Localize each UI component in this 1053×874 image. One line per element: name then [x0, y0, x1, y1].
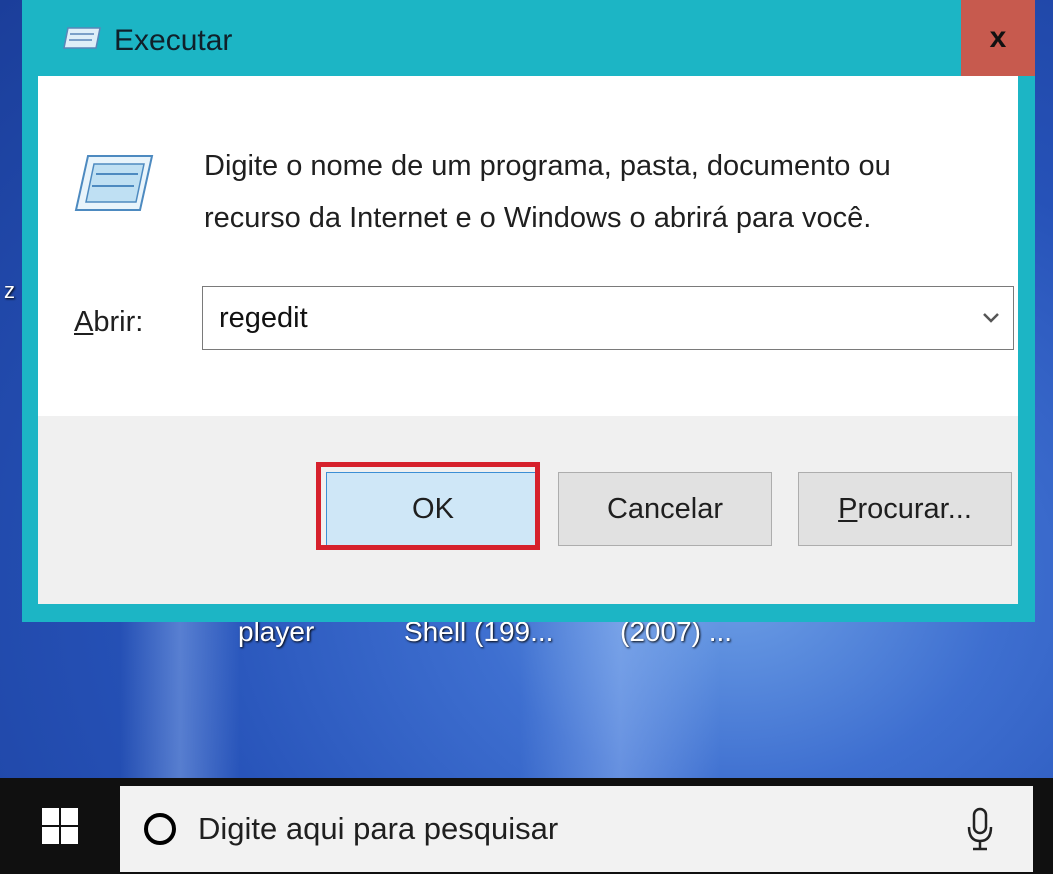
- open-combobox[interactable]: [202, 286, 1014, 350]
- title-bar[interactable]: Executar x: [22, 0, 1035, 76]
- browse-button[interactable]: Procurar...: [798, 472, 1012, 546]
- run-icon: [63, 27, 101, 49]
- taskbar: Digite aqui para pesquisar: [0, 778, 1053, 874]
- search-box[interactable]: Digite aqui para pesquisar: [120, 786, 1033, 872]
- open-label: Abrir:: [74, 306, 144, 338]
- dialog-title: Executar: [114, 24, 233, 57]
- dialog-content: Digite o nome de um programa, pasta, doc…: [38, 76, 1018, 416]
- desktop-edge-text: z: [4, 278, 15, 303]
- start-button[interactable]: [0, 778, 120, 874]
- chevron-down-icon[interactable]: [969, 287, 1013, 349]
- cortana-icon: [144, 813, 176, 845]
- run-dialog: Executar x Digite o nome de um programa,…: [22, 0, 1035, 622]
- ok-button[interactable]: OK: [326, 472, 540, 546]
- search-placeholder: Digite aqui para pesquisar: [198, 811, 559, 846]
- button-area: OK Cancelar Procurar...: [38, 416, 1018, 604]
- dialog-description: Digite o nome de um programa, pasta, doc…: [204, 150, 891, 234]
- microphone-icon[interactable]: [965, 807, 995, 851]
- close-button[interactable]: x: [961, 0, 1035, 76]
- windows-logo-icon: [42, 808, 78, 844]
- cancel-button[interactable]: Cancelar: [558, 472, 772, 546]
- open-input[interactable]: [203, 300, 969, 336]
- run-icon: [74, 155, 154, 211]
